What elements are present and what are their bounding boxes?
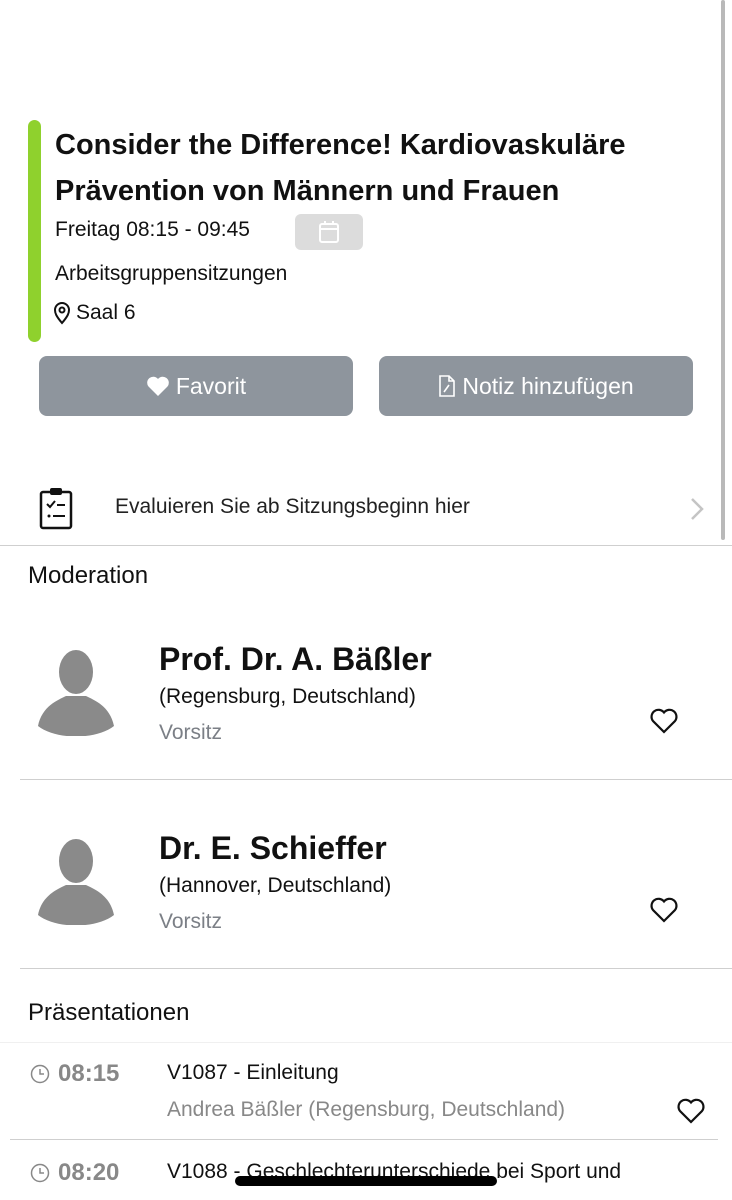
presentation-title[interactable]: V1087 - Einleitung xyxy=(167,1054,687,1092)
favorite-label: Favorit xyxy=(175,372,247,399)
session-title: Consider the Difference! Kardiovaskuläre… xyxy=(55,129,626,207)
clipboard-checklist-icon xyxy=(39,488,73,530)
time-label: 08:20 xyxy=(58,1159,120,1186)
chevron-right-icon xyxy=(691,498,704,520)
location-pin-icon xyxy=(53,302,71,325)
session-room: Saal 6 xyxy=(52,301,136,325)
presentations-heading: Präsentationen xyxy=(28,999,190,1026)
moderator-location: (Hannover, Deutschland) xyxy=(159,874,392,897)
add-note-button[interactable]: Notiz hinzufügen xyxy=(379,356,693,416)
clock-icon xyxy=(30,1163,50,1183)
divider xyxy=(0,545,732,546)
clock-icon xyxy=(30,1064,50,1084)
presentation-author: Andrea Bäßler (Regensburg, Deutschland) xyxy=(167,1098,566,1121)
moderator-name[interactable]: Prof. Dr. A. Bäßler xyxy=(159,641,432,678)
room-label: Saal 6 xyxy=(76,301,136,324)
home-indicator[interactable] xyxy=(235,1176,497,1186)
heart-icon xyxy=(147,376,169,396)
session-time: Freitag 08:15 - 09:45 xyxy=(55,218,250,241)
divider xyxy=(0,1042,732,1043)
add-note-label: Notiz hinzufügen xyxy=(462,372,634,399)
moderator-location: (Regensburg, Deutschland) xyxy=(159,685,416,708)
divider xyxy=(20,968,732,969)
add-to-calendar-button[interactable] xyxy=(295,214,363,250)
moderator-name[interactable]: Dr. E. Schieffer xyxy=(159,830,387,867)
presentation-time: 08:15 xyxy=(30,1060,119,1088)
scrollbar[interactable] xyxy=(721,0,725,540)
session-color-bar xyxy=(28,120,41,342)
divider xyxy=(20,779,732,780)
presentation-time: 08:20 xyxy=(30,1159,119,1187)
moderator-role: Vorsitz xyxy=(159,910,223,933)
favorite-button[interactable]: Favorit xyxy=(39,356,353,416)
heart-outline-icon[interactable] xyxy=(650,708,678,734)
session-type: Arbeitsgruppensitzungen xyxy=(55,262,288,285)
calendar-icon xyxy=(319,221,339,243)
divider xyxy=(10,1139,718,1140)
heart-outline-icon[interactable] xyxy=(650,897,678,923)
avatar-placeholder-icon xyxy=(38,839,114,925)
evaluation-label: Evaluieren Sie ab Sitzungsbeginn hier xyxy=(115,495,470,518)
avatar-placeholder-icon xyxy=(38,650,114,736)
moderator-role: Vorsitz xyxy=(159,721,223,744)
time-label: 08:15 xyxy=(58,1060,120,1087)
moderation-heading: Moderation xyxy=(28,562,149,589)
heart-outline-icon[interactable] xyxy=(677,1098,705,1124)
note-icon xyxy=(439,375,456,397)
